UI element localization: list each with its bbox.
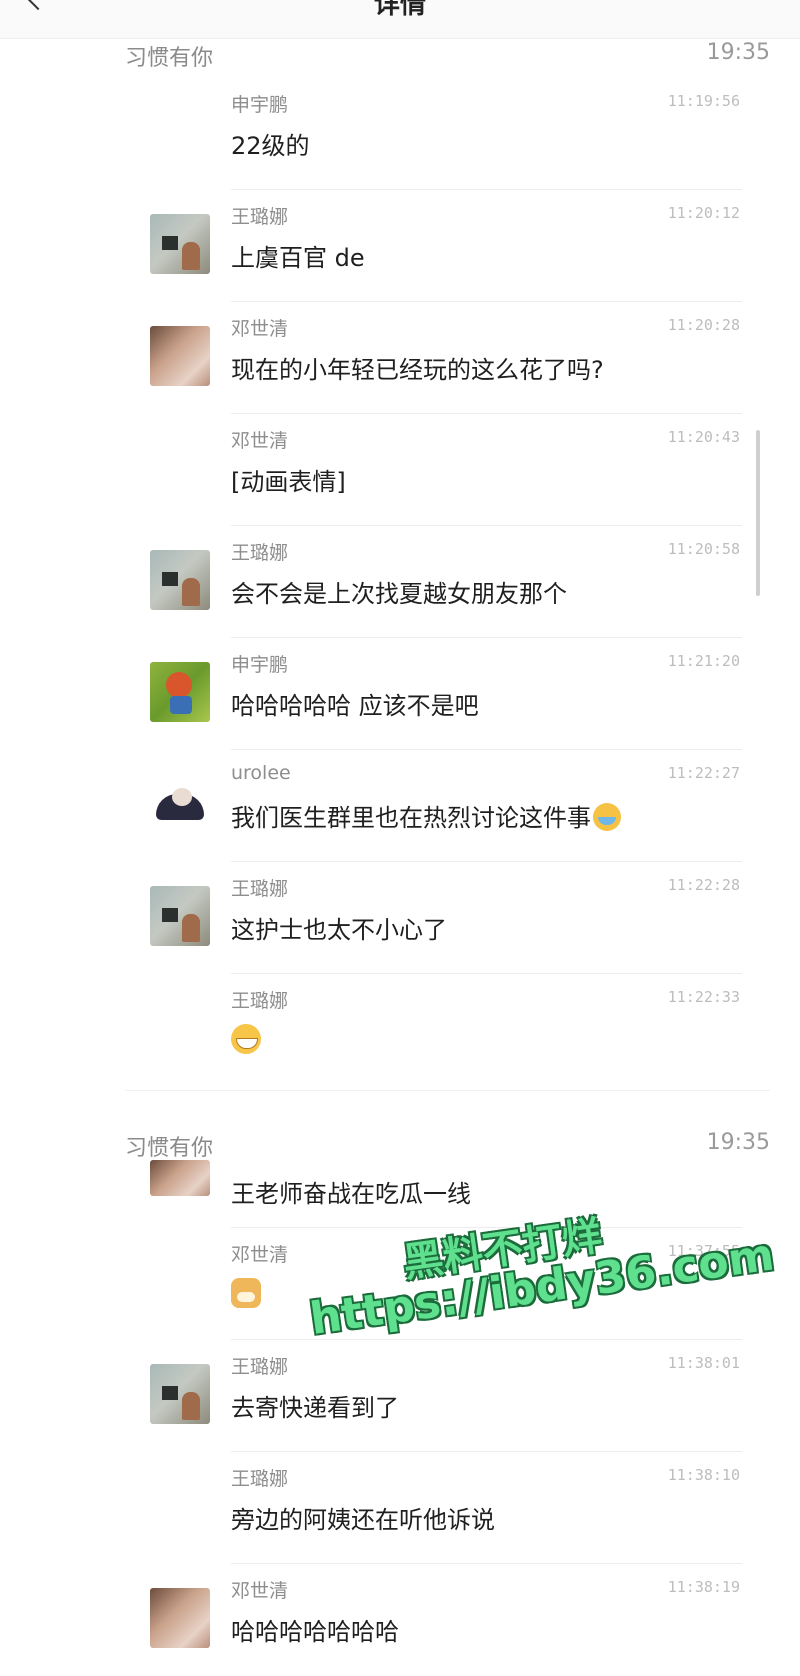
message-text: 哈哈哈哈哈哈哈 <box>231 1618 399 1646</box>
sender-name: 申宇鹏 <box>231 94 289 116</box>
avatar[interactable] <box>150 774 210 834</box>
sender-name: 邓世清 <box>231 1244 289 1266</box>
forward-time: 19:35 <box>706 40 770 65</box>
message-time: 11:22:27 <box>667 764 740 782</box>
sender-name: 邓世清 <box>231 1580 289 1602</box>
message-text: 王老师奋战在吃瓜一线 <box>231 1180 471 1208</box>
message-text: 会不会是上次找夏越女朋友那个 <box>231 580 567 608</box>
message-text: 旁边的阿姨还在听他诉说 <box>231 1506 495 1534</box>
sender-name: 王璐娜 <box>231 1356 289 1378</box>
message-text: 上虞百官 de <box>231 244 365 272</box>
sender-name: 申宇鹏 <box>231 654 289 676</box>
message-time: 11:22:28 <box>667 876 740 894</box>
avatar[interactable] <box>150 550 210 610</box>
message-time: 11:21:20 <box>667 652 740 670</box>
section-divider <box>125 1090 770 1091</box>
message-text: 现在的小年轻已经玩的这么花了吗? <box>231 356 604 384</box>
avatar[interactable] <box>150 1160 210 1196</box>
avatar[interactable] <box>150 1364 210 1424</box>
message-time: 11:22:33 <box>667 988 740 1006</box>
chat-message[interactable]: 王璐娜 11:20:12 上虞百官 de <box>0 190 800 302</box>
avatar[interactable] <box>150 326 210 386</box>
message-text: [动画表情] <box>231 468 346 496</box>
chat-message[interactable]: 邓世清 11:20:28 现在的小年轻已经玩的这么花了吗? <box>0 302 800 414</box>
message-text-row: 我们医生群里也在热烈讨论这件事 <box>231 798 621 833</box>
message-text: 我们医生群里也在热烈讨论这件事 <box>231 804 591 832</box>
message-time: 11:38:01 <box>667 1354 740 1372</box>
message-time: 11:20:28 <box>667 316 740 334</box>
dog-emoji-icon <box>231 1278 261 1308</box>
avatar[interactable] <box>150 1588 210 1648</box>
message-time: 11:19:56 <box>667 92 740 110</box>
forward-time: 19:35 <box>706 1130 770 1155</box>
chat-message[interactable]: 申宇鹏 11:19:56 22级的 <box>0 78 800 190</box>
message-text: 去寄快递看到了 <box>231 1394 399 1422</box>
sender-name: 邓世清 <box>231 430 289 452</box>
sender-name: urolee <box>231 762 291 784</box>
avatar[interactable] <box>150 214 210 274</box>
message-time: 11:38:19 <box>667 1578 740 1596</box>
chat-message[interactable]: 王璐娜 11:22:33 <box>0 974 800 1086</box>
sender-name: 王璐娜 <box>231 1468 289 1490</box>
message-time: 11:20:12 <box>667 204 740 222</box>
chat-message[interactable]: 邓世清 11:20:43 [动画表情] <box>0 414 800 526</box>
chat-message[interactable]: urolee 11:22:27 我们医生群里也在热烈讨论这件事 <box>0 750 800 862</box>
chat-message[interactable]: 邓世清 11:38:19 哈哈哈哈哈哈哈 <box>0 1564 800 1676</box>
avatar[interactable] <box>150 886 210 946</box>
group-name: 习惯有你 <box>125 46 214 71</box>
message-text: 22级的 <box>231 132 310 160</box>
scrollbar[interactable] <box>756 430 760 596</box>
message-time: 11:20:58 <box>667 540 740 558</box>
message-text: 哈哈哈哈哈 应该不是吧 <box>231 692 479 720</box>
section-header: 习惯有你 19:35 <box>0 1124 800 1168</box>
chat-message[interactable]: 申宇鹏 11:21:20 哈哈哈哈哈 应该不是吧 <box>0 638 800 750</box>
forwarded-chat-section: 习惯有你 19:35 申宇鹏 11:19:56 22级的 王璐娜 11:20:1… <box>0 34 800 1086</box>
sender-name: 邓世清 <box>231 318 289 340</box>
avatar[interactable] <box>150 662 210 722</box>
laughing-tears-emoji-icon <box>593 803 621 831</box>
chat-message[interactable]: 王璐娜 11:38:10 旁边的阿姨还在听他诉说 <box>0 1452 800 1564</box>
sender-name: 王璐娜 <box>231 206 289 228</box>
sender-name: 王璐娜 <box>231 542 289 564</box>
group-name: 习惯有你 <box>125 1136 214 1161</box>
chat-message[interactable]: 王璐娜 11:22:28 这护士也太不小心了 <box>0 862 800 974</box>
message-time: 11:38:10 <box>667 1466 740 1484</box>
section-header: 习惯有你 19:35 <box>0 34 800 78</box>
message-text: 这护士也太不小心了 <box>231 916 447 944</box>
chat-message[interactable]: 王璐娜 11:20:58 会不会是上次找夏越女朋友那个 <box>0 526 800 638</box>
sender-name: 王璐娜 <box>231 990 289 1012</box>
grin-emoji-icon <box>231 1024 261 1054</box>
message-time: 11:20:43 <box>667 428 740 446</box>
sender-name: 王璐娜 <box>231 878 289 900</box>
page-title: 详情 <box>373 0 426 20</box>
